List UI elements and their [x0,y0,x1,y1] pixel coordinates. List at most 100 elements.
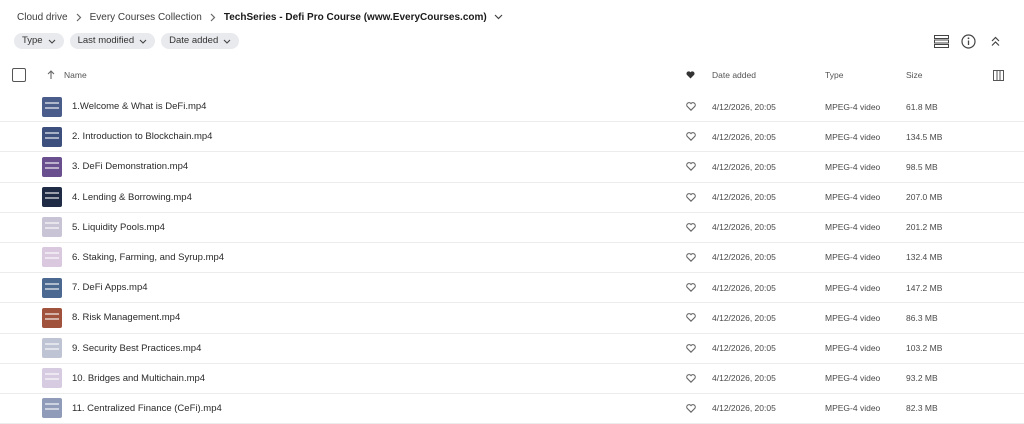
file-date-added: 4/12/2026, 20:05 [712,312,776,323]
video-thumbnail [42,213,62,242]
file-type: MPEG-4 video [825,131,881,142]
column-header-size[interactable]: Size [906,64,923,86]
arrow-up-icon[interactable] [47,64,55,86]
file-size: 103.2 MB [906,343,943,353]
filter-type[interactable]: Type [14,33,64,49]
heart-outline-icon[interactable] [686,364,696,393]
column-header-date-added[interactable]: Date added [712,64,756,86]
file-size: 201.2 MB [906,222,943,233]
file-name[interactable]: 7. DeFi Apps.mp4 [72,273,148,302]
heart-outline-icon[interactable] [686,303,696,332]
chevron-down-icon[interactable] [492,10,506,24]
file-size: 207.0 MB [906,192,943,203]
chevron-down-icon [139,39,147,44]
filter-date-added[interactable]: Date added [161,33,240,49]
file-size: 61.8 MB [906,101,938,112]
file-name[interactable]: 6. Staking, Farming, and Syrup.mp4 [72,243,224,272]
table-row[interactable]: 10. Bridges and Multichain.mp4 4/12/2026,… [0,364,1024,394]
filter-bar: Type Last modified Date added [14,33,240,49]
heart-outline-icon[interactable] [686,92,696,121]
file-type: MPEG-4 video [825,373,881,384]
video-thumbnail [42,334,62,363]
table-row[interactable]: 8. Risk Management.mp4 4/12/2026, 20:05 MP… [0,303,1024,334]
breadcrumb-cloud-drive[interactable]: Cloud drive [17,12,68,23]
thumbnail-image [42,307,62,328]
table-row[interactable]: 1.Welcome & What is DeFi.mp4 4/12/2026, 2… [0,92,1024,123]
breadcrumb: Cloud drive Every Courses Collection Tec… [17,10,506,24]
file-size: 86.3 MB [906,312,938,323]
info-icon[interactable] [960,33,977,50]
video-thumbnail [42,92,62,121]
chevron-down-icon [48,39,55,44]
file-type: MPEG-4 video [825,161,881,172]
video-thumbnail [42,243,62,272]
file-name[interactable]: 2. Introduction to Blockchain.mp4 [72,122,212,151]
video-thumbnail [42,183,62,212]
select-all-checkbox[interactable] [12,64,26,86]
heart-outline-icon[interactable] [686,273,696,302]
video-thumbnail [42,273,62,302]
file-size: 82.3 MB [906,403,938,414]
file-date-added: 4/12/2026, 20:05 [712,282,776,293]
file-name[interactable]: 9. Security Best Practices.mp4 [72,334,201,363]
filter-date-added-label: Date added [169,35,219,47]
file-size: 93.2 MB [906,373,938,384]
file-type: MPEG-4 video [825,343,881,353]
file-name[interactable]: 3. DeFi Demonstration.mp4 [72,152,188,181]
table-row[interactable]: 6. Staking, Farming, and Syrup.mp4 4/12/2… [0,243,1024,274]
heart-outline-icon[interactable] [686,183,696,212]
video-thumbnail [42,394,62,423]
list-view-icon[interactable] [933,33,950,50]
heart-outline-icon[interactable] [686,152,696,181]
thumbnail-image [42,187,62,208]
chevron-right-icon [202,10,224,24]
video-thumbnail [42,364,62,393]
file-date-added: 4/12/2026, 20:05 [712,343,776,353]
video-thumbnail [42,122,62,151]
heart-outline-icon[interactable] [686,334,696,363]
table-row[interactable]: 3. DeFi Demonstration.mp4 4/12/2026, 20:0… [0,152,1024,183]
columns-icon[interactable] [993,64,1004,86]
table-row[interactable]: 4. Lending & Borrowing.mp4 4/12/2026, 20:… [0,183,1024,213]
chevron-right-icon [68,10,90,24]
table-row[interactable]: 2. Introduction to Blockchain.mp4 4/12/20… [0,122,1024,153]
file-date-added: 4/12/2026, 20:05 [712,222,776,233]
table-row[interactable]: 5. Liquidity Pools.mp4 4/12/2026, 20:05 MP… [0,213,1024,243]
heart-outline-icon[interactable] [686,243,696,272]
filter-last-modified[interactable]: Last modified [69,33,156,49]
file-name[interactable]: 5. Liquidity Pools.mp4 [72,213,165,242]
heart-outline-icon[interactable] [686,394,696,423]
thumbnail-image [42,156,62,177]
heart-filled-icon[interactable] [686,64,695,86]
table-header: Name Date added Type Size [0,64,1024,86]
video-thumbnail [42,303,62,332]
file-name[interactable]: 4. Lending & Borrowing.mp4 [72,183,192,212]
heart-outline-icon[interactable] [686,213,696,242]
file-type: MPEG-4 video [825,403,881,414]
file-name[interactable]: 8. Risk Management.mp4 [72,303,180,332]
file-size: 132.4 MB [906,252,943,263]
heart-outline-icon[interactable] [686,122,696,151]
chevrons-up-icon[interactable] [987,33,1004,50]
file-date-added: 4/12/2026, 20:05 [712,101,776,112]
file-size: 134.5 MB [906,131,943,142]
file-name[interactable]: 10. Bridges and Multichain.mp4 [72,364,205,393]
table-row[interactable]: 11. Centralized Finance (CeFi).mp4 4/12/2… [0,394,1024,424]
breadcrumb-current-folder: TechSeries - Defi Pro Course (www.EveryC… [223,11,487,23]
breadcrumb-every-courses[interactable]: Every Courses Collection [90,12,202,23]
thumbnail-image [42,126,62,147]
file-type: MPEG-4 video [825,192,881,203]
table-row[interactable]: 9. Security Best Practices.mp4 4/12/2026,… [0,334,1024,364]
file-date-added: 4/12/2026, 20:05 [712,252,776,263]
column-header-name[interactable]: Name [64,64,87,86]
file-type: MPEG-4 video [825,101,881,112]
thumbnail-image [42,368,62,389]
chevron-down-icon [223,39,231,44]
file-type: MPEG-4 video [825,312,881,323]
file-type: MPEG-4 video [825,282,881,293]
file-name[interactable]: 1.Welcome & What is DeFi.mp4 [72,92,206,121]
thumbnail-image [42,217,62,238]
file-name[interactable]: 11. Centralized Finance (CeFi).mp4 [72,394,222,423]
table-row[interactable]: 7. DeFi Apps.mp4 4/12/2026, 20:05 MPEG-4 v… [0,273,1024,304]
column-header-type[interactable]: Type [825,64,843,86]
